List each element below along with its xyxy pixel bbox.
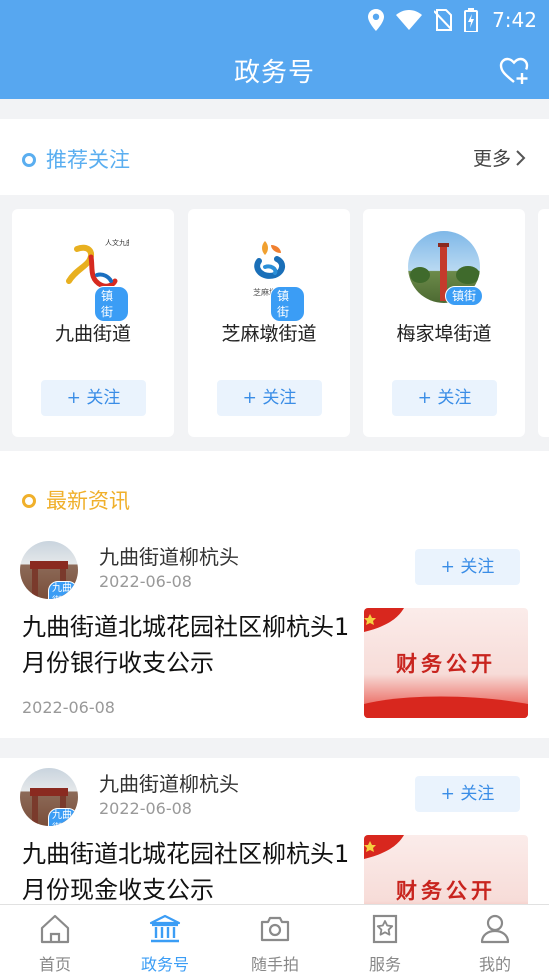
news-section-header: 最新资讯 (0, 481, 549, 521)
heart-plus-icon[interactable] (499, 56, 529, 86)
user-icon (480, 914, 510, 944)
page-title: 政务号 (233, 58, 315, 88)
divider (0, 738, 549, 758)
follow-button[interactable]: + 关注 (415, 549, 520, 585)
recommend-card-partial[interactable] (538, 209, 549, 437)
follow-button[interactable]: + 关注 (217, 380, 322, 416)
recommend-section-header: 推荐关注 更多 (0, 140, 549, 180)
section-dot-icon (22, 153, 36, 167)
more-label: 更多 (472, 148, 511, 170)
avatar: 九曲街 (20, 541, 78, 599)
section-dot-icon (22, 494, 36, 508)
tab-government[interactable]: 政务号 (110, 905, 220, 976)
more-link[interactable]: 更多 (473, 144, 527, 171)
news-source-date: 2022-06-08 (99, 572, 192, 591)
government-building-icon (149, 914, 181, 943)
thumbnail-text: 财务公开 (396, 878, 496, 903)
recommend-title: 推荐关注 (46, 148, 130, 172)
bottom-tab-bar: 首页 政务号 随手拍 服务 我的 (0, 904, 549, 976)
tab-label: 首页 (38, 955, 71, 974)
tab-snapshot[interactable]: 随手拍 (220, 905, 330, 976)
divider (0, 99, 549, 119)
wifi-icon (396, 10, 423, 30)
badge: 九曲街 (48, 808, 78, 826)
badge: 镇街 (270, 286, 305, 322)
follow-button[interactable]: + 关注 (392, 380, 497, 416)
chevron-right-icon (516, 149, 526, 166)
recommend-card[interactable]: 镇街 梅家埠街道 + 关注 (363, 209, 525, 437)
app-header: 7:42 政务号 (0, 0, 549, 99)
tab-label: 政务号 (140, 955, 189, 974)
home-icon (40, 914, 70, 944)
news-item[interactable]: 九曲街 九曲街道柳杭头 2022-06-08 + 关注 九曲街道北城花园社区柳杭… (0, 533, 549, 738)
news-headline[interactable]: 九曲街道北城花园社区柳杭头1月份现金收支公示 (22, 836, 352, 908)
badge: 镇街 (445, 286, 484, 306)
avatar: 芝麻墩 镇街 (233, 231, 305, 322)
logo-text: 人文九曲 (105, 238, 129, 247)
location-icon (368, 9, 385, 31)
news-thumbnail[interactable]: 财务公开 (364, 608, 528, 718)
news-title: 最新资讯 (46, 489, 130, 513)
avatar: 九曲街 (20, 768, 78, 826)
battery-charging-icon (464, 8, 479, 32)
tab-label: 我的 (478, 955, 511, 974)
card-name: 九曲街道 (54, 323, 131, 345)
tab-label: 随手拍 (250, 955, 299, 974)
status-bar: 7:42 (368, 6, 537, 34)
tab-mine[interactable]: 我的 (440, 905, 549, 976)
news-source: 九曲街道柳杭头 (99, 545, 239, 569)
follow-button[interactable]: + 关注 (41, 380, 146, 416)
avatar: 人文九曲 镇街 (57, 231, 133, 322)
star-bookmark-icon (372, 914, 398, 944)
card-name: 梅家埠街道 (396, 323, 492, 345)
recommend-carousel[interactable]: 人文九曲 镇街 九曲街道 + 关注 芝麻墩 镇街 芝麻墩街道 + 关注 (0, 195, 549, 451)
news-source-date: 2022-06-08 (99, 799, 192, 818)
news-headline[interactable]: 九曲街道北城花园社区柳杭头1月份银行收支公示 (22, 609, 352, 681)
follow-button[interactable]: + 关注 (415, 776, 520, 812)
news-source: 九曲街道柳杭头 (99, 772, 239, 796)
card-name: 芝麻墩街道 (221, 323, 317, 345)
camera-icon (260, 916, 290, 942)
tab-service[interactable]: 服务 (330, 905, 440, 976)
badge: 九曲街 (48, 581, 78, 599)
tab-home[interactable]: 首页 (0, 905, 110, 976)
badge: 镇街 (94, 286, 129, 322)
tab-label: 服务 (368, 955, 401, 974)
thumbnail-text: 财务公开 (396, 651, 496, 676)
status-time: 7:42 (492, 8, 537, 32)
news-date: 2022-06-08 (22, 698, 115, 717)
recommend-card[interactable]: 芝麻墩 镇街 芝麻墩街道 + 关注 (188, 209, 350, 437)
no-sim-icon (434, 9, 453, 31)
recommend-card[interactable]: 人文九曲 镇街 九曲街道 + 关注 (12, 209, 174, 437)
